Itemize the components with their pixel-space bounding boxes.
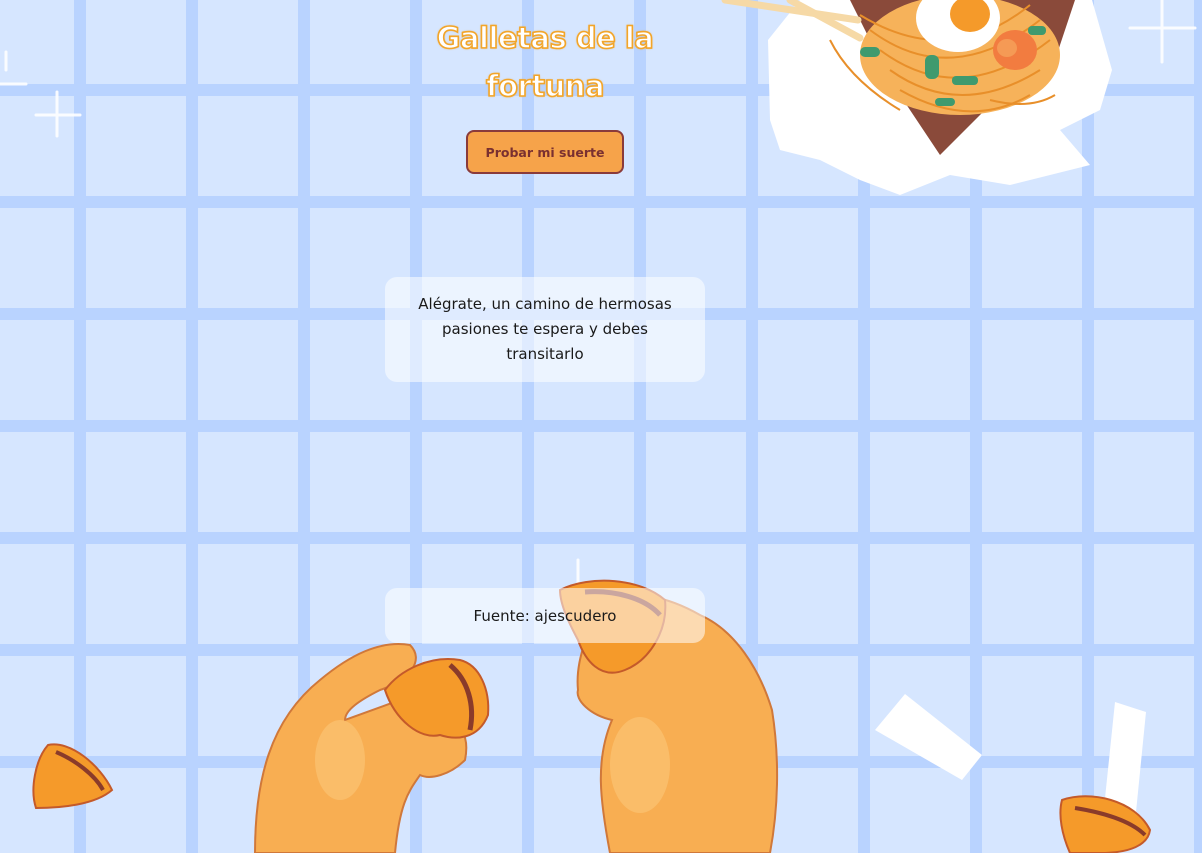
fortune-paper-slip-icon xyxy=(1104,702,1146,812)
page-title: Galletas de la fortuna xyxy=(436,20,655,104)
fortune-source-card: Fuente: ajescudero xyxy=(385,588,705,643)
noodle-box-illustration xyxy=(721,0,1112,195)
fortune-paper-slip-icon xyxy=(875,694,982,780)
fortune-message-text: Alégrate, un camino de hermosas pasiones… xyxy=(418,295,672,363)
sparkle-icon xyxy=(0,50,28,86)
fortune-source-text: Fuente: ajescudero xyxy=(473,606,617,625)
sparkle-icon xyxy=(1128,0,1197,64)
fortune-cookie-icon xyxy=(32,743,114,810)
background-illustrations xyxy=(0,0,1197,853)
fortune-message-card: Alégrate, un camino de hermosas pasiones… xyxy=(385,277,705,382)
sparkle-icon xyxy=(34,90,82,138)
try-luck-button[interactable]: Probar mi suerte xyxy=(466,130,624,174)
